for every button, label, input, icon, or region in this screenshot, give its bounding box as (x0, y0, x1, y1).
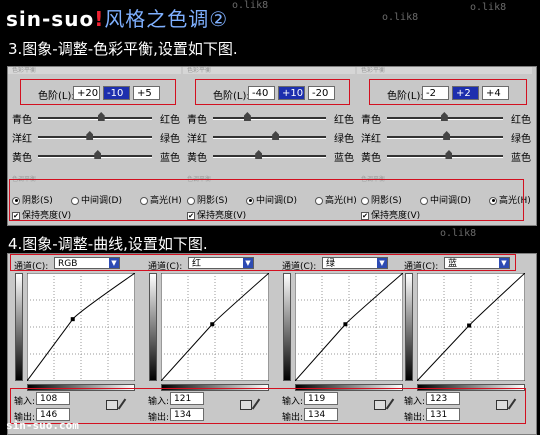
slider-right-label: 绿色 (511, 134, 531, 145)
curve-point[interactable] (210, 322, 215, 327)
curve-point[interactable] (343, 322, 348, 327)
levels-label: 色阶(L): (38, 91, 75, 102)
levels-input[interactable]: -40 (248, 86, 275, 100)
slider-left-label: 黄色 (12, 153, 32, 164)
slider-right-label: 红色 (511, 115, 531, 126)
dialog-title: 色彩平衡 (183, 67, 355, 74)
levels-input[interactable]: -2 (422, 86, 449, 100)
slider-track (213, 117, 326, 120)
watermark: o.lik8 (470, 2, 507, 13)
watermark: o.lik8 (382, 12, 419, 23)
slider-track (38, 136, 152, 139)
curve-graph[interactable] (417, 273, 525, 381)
tone-balance-highlight (9, 179, 524, 221)
watermark: o.lik8 (440, 228, 477, 239)
slider-right-label: 绿色 (334, 134, 354, 145)
site-brand: sin-suo!风格之色调② (6, 3, 228, 32)
output-gradient (283, 273, 291, 381)
slider-right-label: 红色 (334, 115, 354, 126)
slider-right-label: 蓝色 (160, 153, 180, 164)
curve-point[interactable] (467, 323, 472, 328)
slider-left-label: 青色 (361, 115, 381, 126)
slider-track (387, 155, 503, 158)
footer-brand: sin-suo.com (6, 419, 79, 432)
step-4-instruction: 4.图象-调整-曲线,设置如下图. (8, 235, 208, 253)
curve-graph[interactable] (27, 273, 135, 381)
curve-graph[interactable] (295, 273, 403, 381)
slider-right-label: 绿色 (160, 134, 180, 145)
slider-left-label: 洋红 (187, 134, 207, 145)
channel-highlight (10, 254, 516, 271)
page-title: 风格之色调② (104, 7, 229, 31)
levels-input[interactable]: +10 (278, 86, 305, 100)
curve-graph[interactable] (161, 273, 269, 381)
brand-text: sin-suo (6, 7, 95, 31)
dialog-title: 色彩平衡 (8, 67, 181, 74)
slider-right-label: 蓝色 (334, 153, 354, 164)
levels-label: 色阶(L): (213, 91, 250, 102)
levels-input[interactable]: +20 (73, 86, 100, 100)
watermark: o.lik8 (232, 0, 269, 11)
levels-input[interactable]: -10 (103, 86, 130, 100)
slider-left-label: 黄色 (361, 153, 381, 164)
levels-input[interactable]: +2 (452, 86, 479, 100)
slider-right-label: 红色 (160, 115, 180, 126)
levels-input[interactable]: -20 (308, 86, 335, 100)
step-3-instruction: 3.图象-调整-色彩平衡,设置如下图. (8, 40, 238, 58)
levels-input[interactable]: +5 (133, 86, 160, 100)
slider-left-label: 黄色 (187, 153, 207, 164)
brand-mark: ! (94, 7, 105, 31)
slider-left-label: 青色 (12, 115, 32, 126)
dialog-title: 色彩平衡 (357, 67, 532, 74)
output-gradient (15, 273, 23, 381)
slider-left-label: 洋红 (12, 134, 32, 145)
output-gradient (405, 273, 413, 381)
slider-track (213, 136, 326, 139)
slider-left-label: 青色 (187, 115, 207, 126)
output-gradient (149, 273, 157, 381)
slider-track (213, 155, 326, 158)
slider-track (38, 117, 152, 120)
levels-input[interactable]: +4 (482, 86, 509, 100)
curve-point[interactable] (70, 317, 75, 322)
slider-left-label: 洋红 (361, 134, 381, 145)
levels-label: 色阶(L): (387, 91, 424, 102)
slider-right-label: 蓝色 (511, 153, 531, 164)
input-output-highlight (10, 388, 526, 424)
